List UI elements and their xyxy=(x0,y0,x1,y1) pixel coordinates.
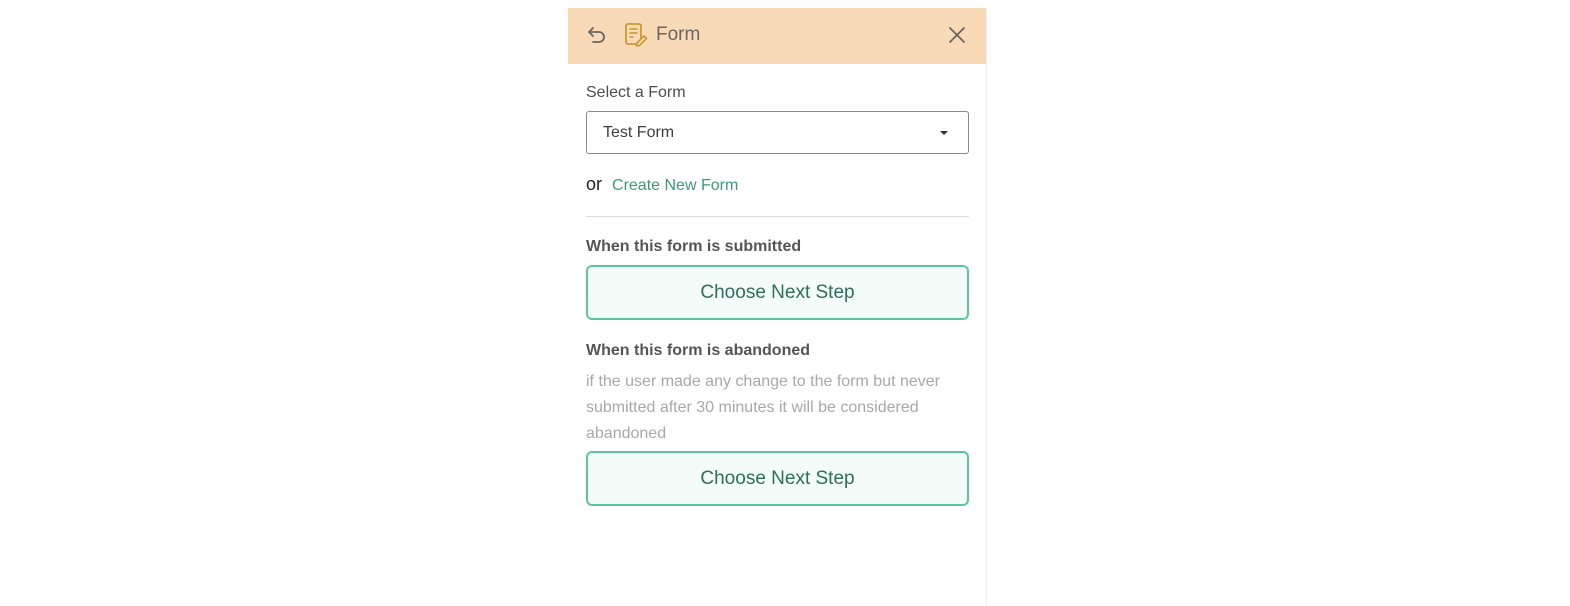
panel-title: Form xyxy=(656,24,701,45)
abandoned-description: if the user made any change to the form … xyxy=(586,373,940,442)
create-form-row: or Create New Form xyxy=(586,174,738,195)
caret-down-icon xyxy=(940,131,948,135)
form-select-value: Test Form xyxy=(603,123,675,141)
submitted-choose-next-step-button[interactable]: Choose Next Step xyxy=(586,265,969,320)
form-select-dropdown[interactable]: Test Form xyxy=(586,111,969,154)
or-text: or xyxy=(586,174,603,194)
close-icon[interactable] xyxy=(948,26,966,44)
abandoned-section-title: When this form is abandoned xyxy=(586,342,811,359)
divider xyxy=(586,216,969,217)
undo-arrow-icon[interactable] xyxy=(586,24,608,46)
create-new-form-link[interactable]: Create New Form xyxy=(612,177,738,195)
select-form-label: Select a Form xyxy=(586,84,686,101)
abandoned-choose-next-step-button[interactable]: Choose Next Step xyxy=(586,451,969,506)
submitted-section-title: When this form is submitted xyxy=(586,238,802,255)
form-step-panel: Form Select a Form Test Form or Create N… xyxy=(568,8,987,606)
form-edit-icon xyxy=(624,22,648,48)
panel-header: Form xyxy=(568,8,986,64)
